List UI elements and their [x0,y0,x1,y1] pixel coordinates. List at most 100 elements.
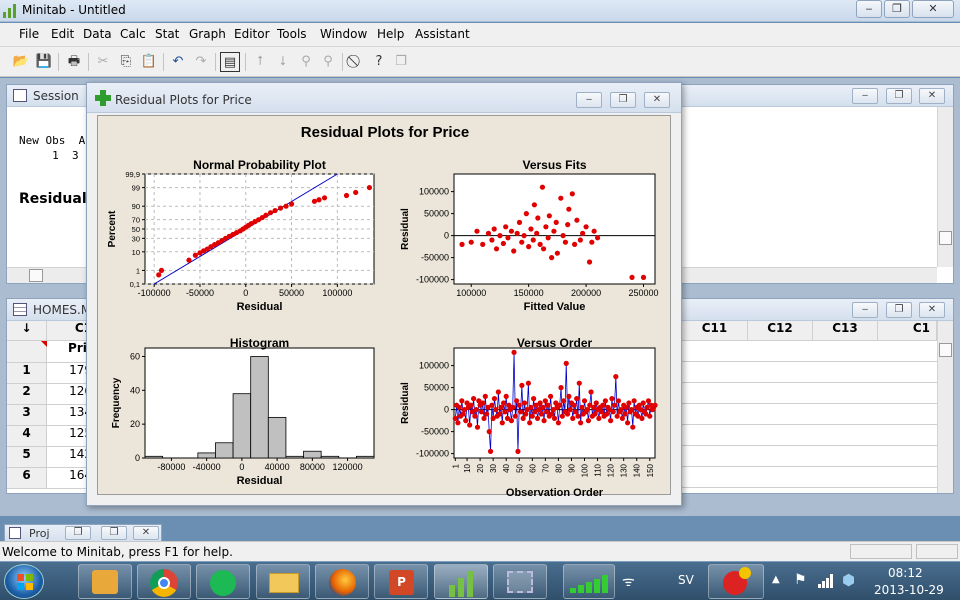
help-icon[interactable]: ? [369,52,389,72]
row-header-6[interactable]: 6 [7,468,47,489]
session-hscroll-thumb[interactable] [29,269,43,282]
x-tick-label: 40 [502,463,511,472]
taskbar-minitab[interactable] [434,564,488,599]
graph-titlebar[interactable]: Residual Plots for Price ‒ ❐ ✕ [87,83,681,113]
arrow-down-icon[interactable]: ⭣ [273,52,293,72]
menu-edit[interactable]: Edit [51,27,74,41]
arrow-up-icon[interactable]: ⭡ [250,52,270,72]
start-button[interactable] [4,564,44,599]
data-point [562,239,569,245]
data-point [528,404,534,410]
menu-tools[interactable]: Tools [277,27,307,41]
worksheet-cells-right[interactable] [682,341,937,493]
project-close-button[interactable]: ✕ [133,526,159,540]
menu-graph[interactable]: Graph [189,27,226,41]
project-window-minimized[interactable]: Proj ❐ ❐ ✕ [4,524,162,542]
row-header-5[interactable]: 5 [7,447,47,468]
x-tick-label: -50000 [186,288,214,298]
cut-icon[interactable]: ✂ [93,52,113,72]
flag-icon[interactable]: ⚑ [794,572,807,588]
network-icon[interactable] [818,574,834,588]
taskbar-snipping-tool[interactable] [493,564,547,599]
copy-icon[interactable]: ⎘ [116,52,136,72]
data-point [563,360,569,366]
data-point [574,217,580,223]
y-tick-label: 50000 [424,383,449,393]
data-point [272,207,278,214]
replace-icon[interactable]: ⚲ [318,52,338,72]
graph-window[interactable]: Residual Plots for Price ‒ ❐ ✕ Residual … [86,82,682,506]
data-point [539,184,546,190]
column-header-c12[interactable]: C12 [748,321,813,341]
taskbar-explorer[interactable] [256,564,310,599]
paste-icon[interactable]: 📋 [139,52,159,72]
session-minimize-button[interactable]: ‒ [852,88,878,104]
menu-data[interactable]: Data [83,27,112,41]
taskbar-signal[interactable] [563,564,615,599]
redo-icon[interactable]: ↷ [191,52,211,72]
session-vscroll[interactable] [937,107,953,267]
save-icon[interactable]: 💾 [34,52,54,72]
find-icon[interactable]: ⚲ [296,52,316,72]
taskbar: P ᯤ SV ▲ ⚑ ⬢ 08:12 2013-10-29 [0,561,960,600]
taskbar-security[interactable] [708,564,764,599]
graph-restore-button[interactable]: ❐ [610,92,636,108]
project-restore-button[interactable]: ❐ [65,526,91,540]
column-header-c11[interactable]: C11 [682,321,748,341]
graph-plot-area[interactable]: Residual Plots for Price Normal Probabili… [97,115,671,499]
data-point [515,448,521,454]
worksheet-minimize-button[interactable]: ‒ [852,302,878,318]
row-header-2[interactable]: 2 [7,384,47,405]
session-vscroll-thumb[interactable] [939,231,952,245]
menu-editor[interactable]: Editor [234,27,270,41]
data-point [611,402,618,408]
row-header-4[interactable]: 4 [7,426,47,447]
minimize-button[interactable]: ‒ [856,0,882,18]
worksheet-restore-button[interactable]: ❐ [886,302,912,318]
menu-help[interactable]: Help [377,27,404,41]
sync-icon[interactable]: ⬢ [842,571,855,589]
menu-bar: File Edit Data Calc Stat Graph Editor To… [0,23,960,47]
row-header-3[interactable]: 3 [7,405,47,426]
clock-date[interactable]: 2013-10-29 [874,583,944,597]
menu-file[interactable]: File [19,27,39,41]
row-header-1[interactable]: 1 [7,363,47,384]
y-tick-label: 50 [132,225,140,234]
column-header-c13[interactable]: C13 [813,321,878,341]
menu-window[interactable]: Window [320,27,367,41]
taskbar-outlook[interactable] [78,564,132,599]
worksheet-vscroll[interactable] [937,321,953,493]
chart-title: Histogram [230,336,289,350]
data-point [478,409,485,415]
taskbar-spotify[interactable] [196,564,250,599]
menu-stat[interactable]: Stat [155,27,179,41]
language-indicator[interactable]: SV [678,573,694,587]
clock-time[interactable]: 08:12 [888,566,923,580]
cancel-icon[interactable]: ⃠ [346,52,366,72]
session-restore-button[interactable]: ❐ [886,88,912,104]
data-point [343,192,350,199]
project-maximize-button[interactable]: ❐ [101,526,127,540]
open-icon[interactable]: 📂 [11,52,31,72]
worksheet-close-button[interactable]: ✕ [919,302,945,318]
menu-calc[interactable]: Calc [120,27,146,41]
print-icon[interactable]: 🖶 [64,52,84,72]
taskbar-chrome[interactable] [137,564,191,599]
undo-icon[interactable]: ↶ [168,52,188,72]
restore-button[interactable]: ❐ [884,0,910,18]
data-point [508,418,515,424]
worksheet-icon[interactable]: ▤ [220,52,240,72]
windows-icon[interactable]: ❐ [391,52,411,72]
graph-close-button[interactable]: ✕ [644,92,670,108]
graph-minimize-button[interactable]: ‒ [576,92,602,108]
corner-cell[interactable]: ↓ [7,321,47,341]
worksheet-vscroll-thumb[interactable] [939,343,952,357]
wireless-icon[interactable]: ᯤ [622,572,635,591]
show-hidden-icons[interactable]: ▲ [772,574,780,585]
taskbar-powerpoint[interactable]: P [374,564,428,599]
column-header-c14[interactable]: C1 [878,321,937,341]
taskbar-firefox[interactable] [315,564,369,599]
close-button[interactable]: ✕ [912,0,954,18]
session-close-button[interactable]: ✕ [919,88,945,104]
menu-assistant[interactable]: Assistant [415,27,470,41]
